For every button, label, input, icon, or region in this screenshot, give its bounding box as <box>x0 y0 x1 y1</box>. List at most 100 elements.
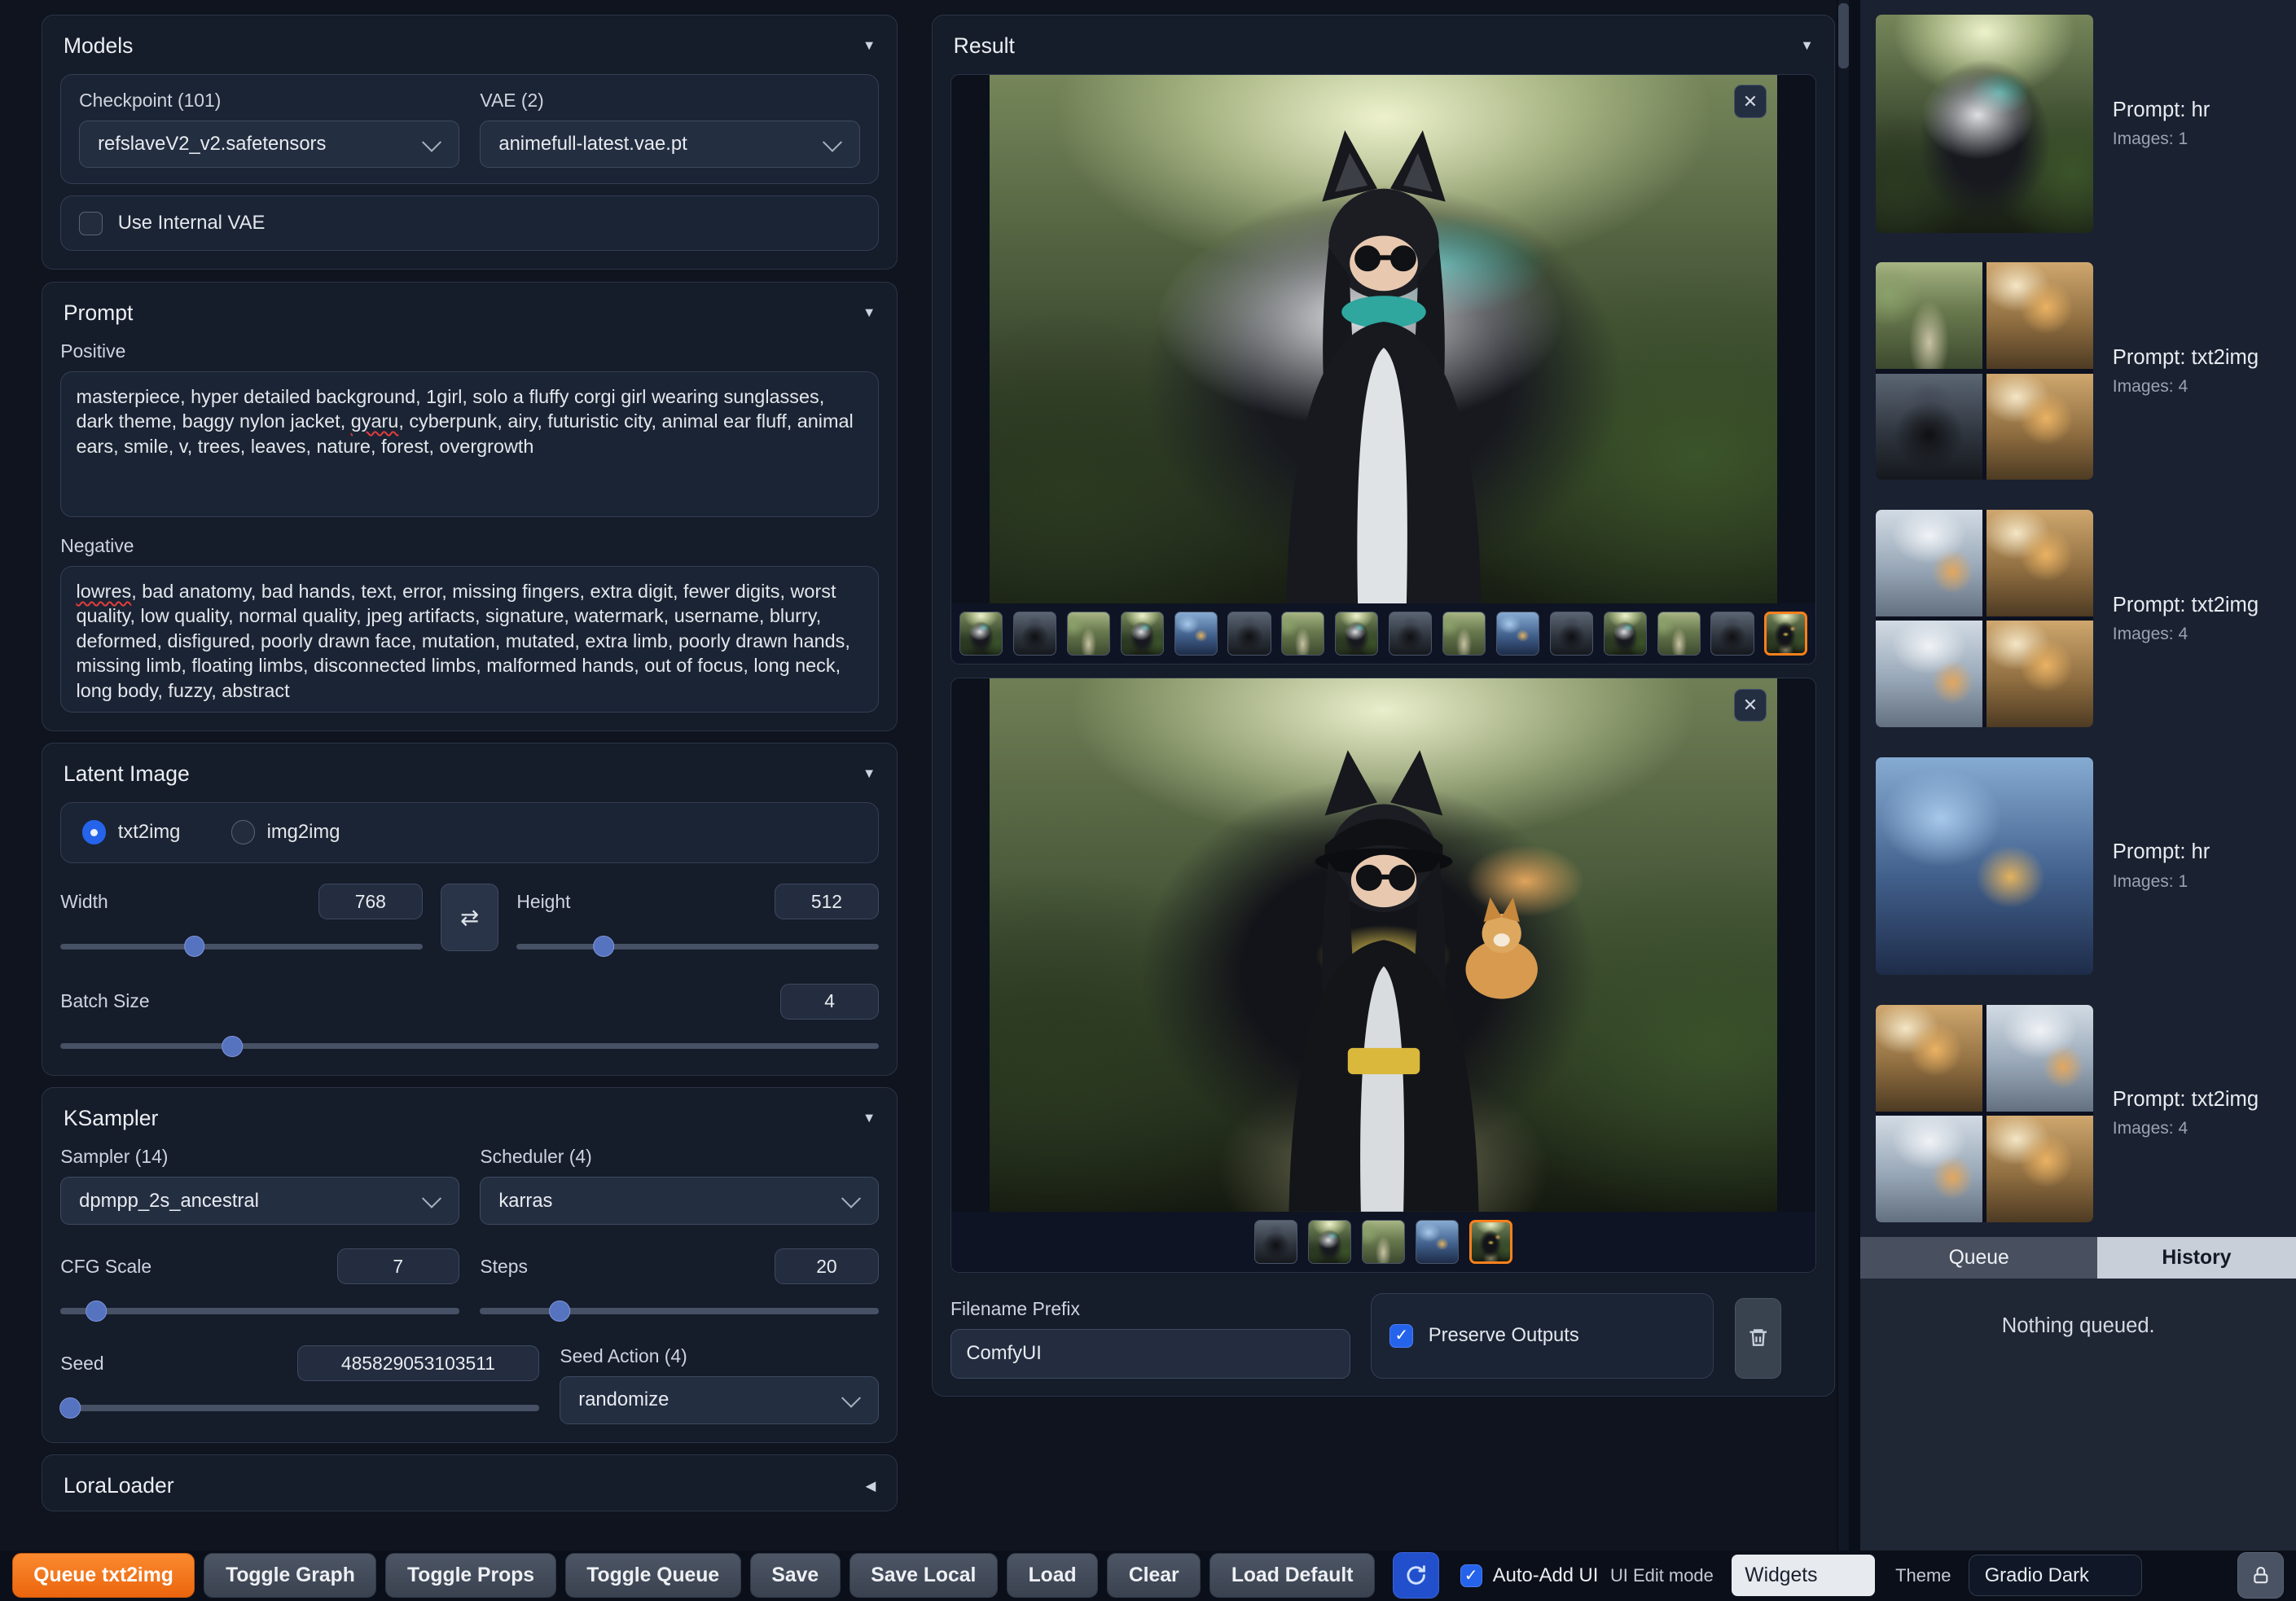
preserve-outputs-checkbox[interactable]: ✓ <box>1389 1324 1413 1348</box>
tab-history[interactable]: History <box>2097 1237 2296 1279</box>
gallery-thumbnail[interactable] <box>1362 1220 1405 1263</box>
history-thumbnail[interactable] <box>1876 510 2093 727</box>
toolbar-button[interactable]: Save Local <box>849 1553 998 1598</box>
negative-prompt-textarea[interactable]: lowres, bad anatomy, bad hands, text, er… <box>60 566 879 712</box>
scheduler-select[interactable]: karras <box>480 1177 879 1225</box>
gallery-thumbnail[interactable] <box>1442 612 1486 655</box>
collapse-caret-icon[interactable]: ▼ <box>863 305 876 321</box>
toolbar-button[interactable]: Load <box>1007 1553 1098 1598</box>
swap-dimensions-button[interactable]: ⇄ <box>441 884 499 951</box>
height-slider[interactable] <box>516 936 879 957</box>
gallery-thumbnail[interactable] <box>1389 612 1432 655</box>
history-thumbnail[interactable] <box>1876 15 2093 232</box>
steps-slider[interactable] <box>480 1301 879 1322</box>
cfg-scale-slider-thumb[interactable] <box>86 1301 107 1322</box>
gallery-thumbnail[interactable] <box>1308 1220 1351 1263</box>
gallery-thumbnail[interactable] <box>1174 612 1218 655</box>
steps-slider-thumb[interactable] <box>550 1301 571 1322</box>
vae-select[interactable]: animefull-latest.vae.pt <box>480 121 860 169</box>
history-thumbnail[interactable] <box>1876 1005 2093 1222</box>
gallery-thumbnail[interactable] <box>1496 612 1539 655</box>
checkpoint-select[interactable]: refslaveV2_v2.safetensors <box>79 121 459 169</box>
width-input[interactable] <box>318 884 423 919</box>
theme-select[interactable]: Gradio Dark <box>1969 1555 2141 1596</box>
gallery-thumbnail[interactable] <box>1013 612 1056 655</box>
collapse-caret-icon[interactable]: ◀ <box>866 1478 876 1494</box>
gallery-thumbnail[interactable] <box>1281 612 1324 655</box>
sampler-select[interactable]: dpmpp_2s_ancestral <box>60 1177 459 1225</box>
use-internal-vae-checkbox[interactable] <box>79 212 103 235</box>
height-input[interactable] <box>775 884 879 919</box>
seed-action-select[interactable]: randomize <box>560 1376 879 1424</box>
gallery-thumbnail[interactable] <box>1764 612 1807 655</box>
collapse-caret-icon[interactable]: ▼ <box>1800 38 1813 54</box>
history-item[interactable]: Prompt: txt2img Images: 4 <box>1860 248 2296 495</box>
gallery-thumbnail[interactable] <box>1067 612 1110 655</box>
ksampler-panel-header[interactable]: KSampler ▼ <box>60 1103 879 1147</box>
history-thumbnail[interactable] <box>1876 757 2093 975</box>
ui-edit-mode-select[interactable]: Widgets <box>1732 1555 1875 1596</box>
positive-prompt-textarea[interactable]: masterpiece, hyper detailed background, … <box>60 371 879 517</box>
close-image-button[interactable]: ✕ <box>1734 689 1767 722</box>
txt2img-radio[interactable] <box>82 820 106 844</box>
delete-outputs-button[interactable] <box>1735 1298 1781 1379</box>
toolbar-button[interactable]: Save <box>750 1553 841 1598</box>
toolbar-button[interactable]: Load Default <box>1209 1553 1375 1598</box>
checkpoint-label: Checkpoint (101) <box>79 90 459 112</box>
batch-size-input[interactable] <box>780 984 879 1020</box>
gallery-thumbnail[interactable] <box>1657 612 1701 655</box>
batch-size-slider[interactable] <box>60 1036 879 1057</box>
history-item[interactable]: Prompt: hr Images: 1 <box>1860 0 2296 248</box>
prompt-panel-header[interactable]: Prompt ▼ <box>60 297 879 340</box>
collapse-caret-icon[interactable]: ▼ <box>863 1111 876 1126</box>
gallery-thumbnail[interactable] <box>1469 1220 1512 1263</box>
queue-txt2img-button[interactable]: Queue txt2img <box>12 1553 195 1598</box>
mode-img2img-option[interactable]: img2img <box>231 820 340 844</box>
collapse-caret-icon[interactable]: ▼ <box>863 38 876 54</box>
seed-input[interactable] <box>297 1345 539 1381</box>
gallery-thumbnail[interactable] <box>1335 612 1378 655</box>
steps-input[interactable] <box>775 1248 879 1284</box>
result-panel-header[interactable]: Result ▼ <box>950 31 1816 74</box>
history-thumbnail[interactable] <box>1876 262 2093 480</box>
gallery-thumbnail[interactable] <box>1254 1220 1297 1263</box>
loraloader-panel-header[interactable]: LoraLoader ◀ <box>60 1471 879 1505</box>
history-item[interactable]: Prompt: hr Images: 1 <box>1860 743 2296 990</box>
lock-ui-button[interactable] <box>2237 1552 2284 1599</box>
gallery-thumbnail[interactable] <box>1416 1220 1459 1263</box>
toolbar-button[interactable]: Clear <box>1107 1553 1201 1598</box>
collapse-caret-icon[interactable]: ▼ <box>863 766 876 782</box>
vertical-scrollbar[interactable] <box>1838 0 1849 1551</box>
gallery-thumbnail[interactable] <box>1550 612 1593 655</box>
result-image-2[interactable]: ✕ <box>990 678 1777 1212</box>
auto-add-ui-checkbox[interactable]: ✓ <box>1460 1564 1482 1586</box>
scrollbar-thumb[interactable] <box>1838 3 1849 69</box>
gallery-thumbnail[interactable] <box>1227 612 1271 655</box>
tab-queue[interactable]: Queue <box>1860 1237 2096 1279</box>
seed-slider-thumb[interactable] <box>59 1397 81 1419</box>
seed-slider[interactable] <box>60 1397 539 1419</box>
refresh-ui-button[interactable] <box>1393 1552 1439 1599</box>
filename-prefix-input[interactable] <box>950 1329 1350 1378</box>
history-item[interactable]: Prompt: txt2img Images: 4 <box>1860 989 2296 1237</box>
width-slider[interactable] <box>60 936 423 957</box>
gallery-thumbnail[interactable] <box>1710 612 1754 655</box>
toolbar-button[interactable]: Toggle Graph <box>204 1553 376 1598</box>
toolbar-button[interactable]: Toggle Queue <box>565 1553 741 1598</box>
batch-size-slider-thumb[interactable] <box>222 1036 243 1057</box>
cfg-scale-input[interactable] <box>337 1248 459 1284</box>
gallery-thumbnail[interactable] <box>959 612 1003 655</box>
mode-txt2img-option[interactable]: txt2img <box>82 820 181 844</box>
toolbar-button[interactable]: Toggle Props <box>385 1553 555 1598</box>
close-image-button[interactable]: ✕ <box>1734 85 1767 117</box>
models-panel-header[interactable]: Models ▼ <box>60 31 879 74</box>
latent-image-panel-header[interactable]: Latent Image ▼ <box>60 759 879 802</box>
gallery-thumbnail[interactable] <box>1121 612 1164 655</box>
gallery-thumbnail[interactable] <box>1604 612 1647 655</box>
height-slider-thumb[interactable] <box>593 936 614 957</box>
width-slider-thumb[interactable] <box>184 936 205 957</box>
img2img-radio[interactable] <box>231 820 255 844</box>
result-image-1[interactable]: ✕ <box>990 75 1777 604</box>
history-item[interactable]: Prompt: txt2img Images: 4 <box>1860 495 2296 743</box>
cfg-scale-slider[interactable] <box>60 1301 459 1322</box>
